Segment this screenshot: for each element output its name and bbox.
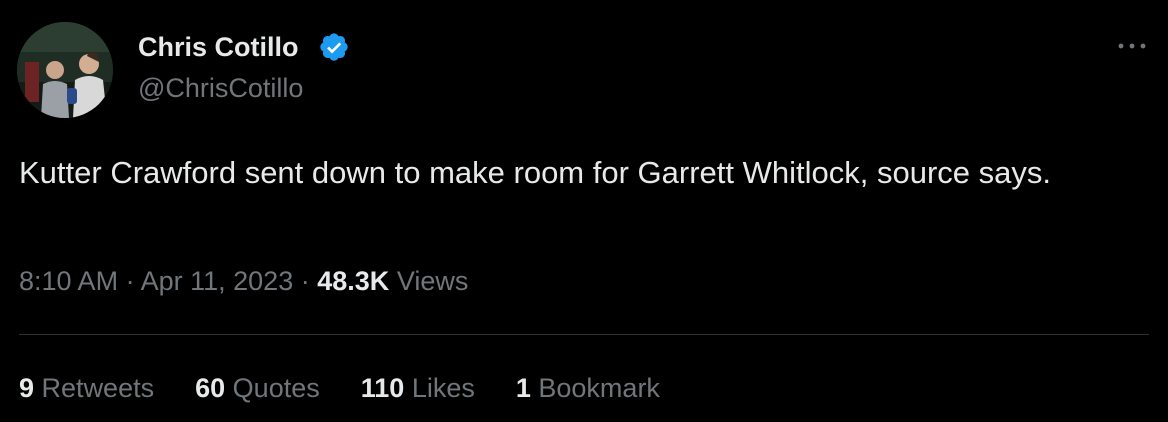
bookmarks-label: Bookmark [538,373,660,403]
display-name[interactable]: Chris Cotillo [138,30,299,64]
quotes-stat[interactable]: 60 Quotes [195,371,320,405]
retweets-label: Retweets [41,373,155,403]
tweet: Chris Cotillo @ChrisCotillo Kutter Crawf… [0,0,1168,422]
likes-count: 110 [360,373,405,403]
bookmarks-count: 1 [515,373,531,403]
meta-separator: · [125,266,135,296]
views-count: 48.3K [317,266,390,296]
engagement-stats: 9 Retweets 60 Quotes 110 Likes 1 Bookmar… [19,371,660,405]
quotes-count: 60 [195,373,226,403]
more-icon [1118,43,1146,49]
more-button[interactable] [1112,32,1152,60]
tweet-meta: 8:10 AM · Apr 11, 2023 · 48.3K Views [19,264,468,298]
meta-separator: · [300,266,310,296]
bookmarks-stat[interactable]: 1 Bookmark [516,371,660,405]
tweet-date[interactable]: Apr 11, 2023 [141,266,294,296]
tweet-text: Kutter Crawford sent down to make room f… [19,155,1051,190]
verified-badge-icon [320,33,348,61]
likes-stat[interactable]: 110 Likes [361,371,475,405]
avatar-photo-icon [17,22,113,118]
quotes-label: Quotes [232,373,320,403]
divider [19,334,1149,335]
user-handle[interactable]: @ChrisCotillo [138,71,303,105]
retweets-stat[interactable]: 9 Retweets [19,371,154,405]
avatar[interactable] [17,22,113,118]
retweets-count: 9 [19,373,35,403]
views-label: Views [396,266,469,296]
likes-label: Likes [411,373,475,403]
tweet-time[interactable]: 8:10 AM [19,266,118,296]
